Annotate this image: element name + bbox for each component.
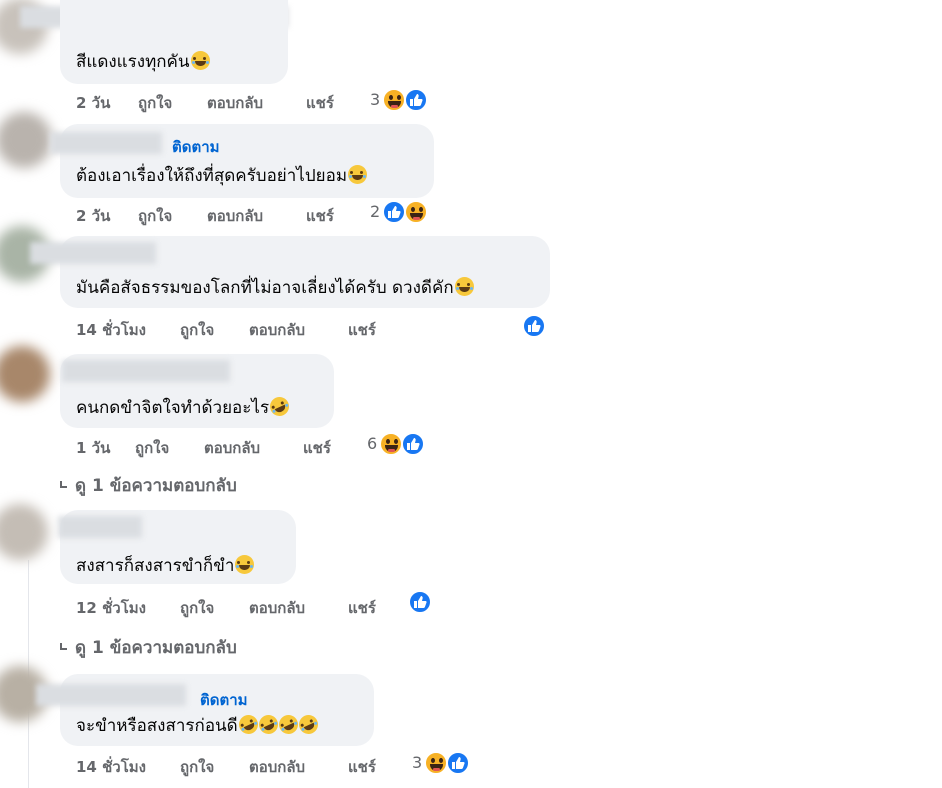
follow-link[interactable]: ติดตาม bbox=[172, 135, 220, 159]
like-button[interactable]: ถูกใจ bbox=[138, 204, 172, 228]
blurred-username[interactable] bbox=[58, 516, 142, 538]
avatar[interactable] bbox=[0, 504, 48, 560]
comment-time[interactable]: 2 วัน bbox=[76, 91, 110, 115]
reaction-summary[interactable]: 3 bbox=[370, 88, 434, 114]
like-button[interactable]: ถูกใจ bbox=[180, 318, 214, 342]
reply-button[interactable]: ตอบกลับ bbox=[204, 436, 260, 460]
reaction-summary[interactable] bbox=[522, 314, 552, 340]
reply-button[interactable]: ตอบกลับ bbox=[207, 91, 263, 115]
reaction-summary[interactable] bbox=[408, 590, 438, 616]
reply-button[interactable]: ตอบกลับ bbox=[249, 318, 305, 342]
reply-arrow-icon bbox=[60, 643, 67, 650]
rofl-emoji bbox=[235, 711, 261, 738]
share-button[interactable]: แชร์ bbox=[348, 596, 376, 620]
blurred-username[interactable] bbox=[30, 242, 156, 264]
avatar[interactable] bbox=[0, 346, 50, 402]
like-button[interactable]: ถูกใจ bbox=[135, 436, 169, 460]
reaction-count: 3 bbox=[370, 90, 381, 109]
like-icon bbox=[446, 751, 470, 775]
blurred-username[interactable] bbox=[36, 684, 186, 706]
like-icon bbox=[401, 432, 425, 456]
comment-text: จะขำหรือสงสารก่อนดี bbox=[76, 711, 321, 739]
view-replies-link[interactable]: ดู 1 ข้อความตอบกลับ bbox=[60, 634, 237, 661]
reply-button[interactable]: ตอบกลับ bbox=[249, 596, 305, 620]
share-button[interactable]: แชร์ bbox=[348, 755, 376, 779]
comment-text: คนกดขำจิตใจทำด้วยอะไร bbox=[76, 393, 293, 421]
blurred-username[interactable] bbox=[62, 360, 230, 382]
comment-text: มันคือสัจธรรมของโลกที่ไม่อาจเลี่ยงได้ครั… bbox=[76, 274, 474, 301]
haha-icon bbox=[424, 751, 448, 775]
comment-time[interactable]: 12 ชั่วโมง bbox=[76, 596, 146, 620]
comment-text: ต้องเอาเรื่องให้ถึงที่สุดครับอย่าไปยอม bbox=[76, 162, 368, 189]
grinning-sweat-emoji bbox=[348, 165, 368, 184]
comment-time[interactable]: 2 วัน bbox=[76, 204, 110, 228]
haha-icon bbox=[382, 88, 406, 112]
comment-bubble: ติดตาม จะขำหรือสงสารก่อนดี bbox=[36, 674, 374, 746]
reaction-summary[interactable]: 6 bbox=[367, 432, 431, 458]
reply-button[interactable]: ตอบกลับ bbox=[207, 204, 263, 228]
reaction-count: 2 bbox=[370, 202, 381, 221]
like-icon bbox=[404, 88, 428, 112]
like-icon bbox=[522, 314, 546, 338]
reaction-summary[interactable]: 3 bbox=[412, 751, 476, 777]
share-button[interactable]: แชร์ bbox=[303, 436, 331, 460]
share-button[interactable]: แชร์ bbox=[348, 318, 376, 342]
reply-button[interactable]: ตอบกลับ bbox=[249, 755, 305, 779]
like-icon bbox=[382, 200, 406, 224]
follow-link[interactable]: ติดตาม bbox=[200, 688, 248, 712]
like-button[interactable]: ถูกใจ bbox=[138, 91, 172, 115]
reaction-count: 6 bbox=[367, 434, 378, 453]
comment-bubble: คนกดขำจิตใจทำด้วยอะไร bbox=[60, 354, 334, 428]
comment-time[interactable]: 14 ชั่วโมง bbox=[76, 755, 146, 779]
reply-arrow-icon bbox=[60, 481, 67, 488]
like-button[interactable]: ถูกใจ bbox=[180, 596, 214, 620]
comment-time[interactable]: 1 วัน bbox=[76, 436, 110, 460]
haha-icon bbox=[379, 432, 403, 456]
view-replies-link[interactable]: ดู 1 ข้อความตอบกลับ bbox=[60, 472, 237, 499]
haha-icon bbox=[404, 200, 428, 224]
share-button[interactable]: แชร์ bbox=[306, 204, 334, 228]
rofl-emoji bbox=[266, 393, 293, 420]
comment-time[interactable]: 14 ชั่วโมง bbox=[76, 318, 146, 342]
comment-text: สงสารก็สงสารขำก็ขำ bbox=[76, 552, 255, 579]
like-button[interactable]: ถูกใจ bbox=[180, 755, 214, 779]
avatar[interactable] bbox=[0, 112, 52, 168]
comment-bubble: ติดตาม ต้องเอาเรื่องให้ถึงที่สุดครับอย่า… bbox=[50, 124, 434, 198]
grinning-sweat-emoji bbox=[190, 51, 210, 70]
reaction-count: 3 bbox=[412, 753, 423, 772]
like-icon bbox=[408, 590, 432, 614]
rofl-emoji bbox=[255, 711, 281, 738]
grinning-sweat-emoji bbox=[235, 555, 255, 574]
comment-bubble: สีแดงแรงทุกคัน bbox=[60, 0, 288, 84]
comment-bubble: สงสารก็สงสารขำก็ขำ bbox=[58, 510, 296, 584]
comment-text: สีแดงแรงทุกคัน bbox=[76, 48, 210, 75]
rofl-emoji bbox=[295, 711, 321, 738]
share-button[interactable]: แชร์ bbox=[306, 91, 334, 115]
comment-bubble: มันคือสัจธรรมของโลกที่ไม่อาจเลี่ยงได้ครั… bbox=[30, 236, 550, 308]
blurred-username[interactable] bbox=[50, 132, 162, 154]
reaction-summary[interactable]: 2 bbox=[370, 200, 434, 226]
rofl-emoji bbox=[275, 711, 301, 738]
grinning-sweat-emoji bbox=[454, 277, 474, 296]
